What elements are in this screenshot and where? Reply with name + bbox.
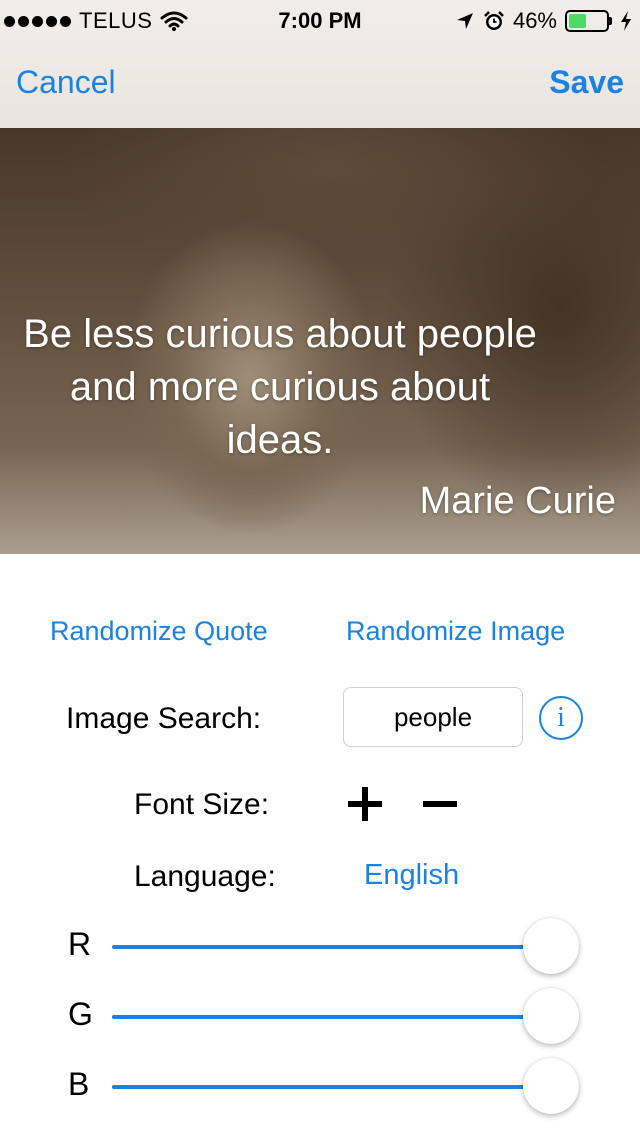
cancel-button[interactable]: Cancel: [16, 64, 116, 101]
image-search-input[interactable]: [343, 687, 523, 747]
slider-blue-label: B: [68, 1066, 90, 1102]
slider-red-thumb[interactable]: [523, 918, 579, 974]
slider-blue: B: [0, 1056, 640, 1116]
slider-red-track[interactable]: [112, 945, 552, 949]
battery-icon: [565, 10, 612, 32]
quote-author: Marie Curie: [419, 480, 616, 522]
save-button[interactable]: Save: [549, 64, 624, 101]
font-increase-button[interactable]: [345, 784, 385, 824]
quote-image: Be less curious about people and more cu…: [0, 128, 640, 554]
battery-body: [565, 10, 609, 32]
navigation-header: TELUS 7:00 PM 46% Cancel Save: [0, 0, 640, 128]
slider-blue-thumb[interactable]: [523, 1058, 579, 1114]
battery-cap: [609, 17, 612, 25]
plus-icon: [348, 787, 382, 821]
status-right: 46%: [455, 8, 632, 34]
location-arrow-icon: [456, 13, 473, 29]
font-decrease-button[interactable]: [420, 784, 460, 824]
battery-fill: [569, 14, 586, 28]
language-label: Language:: [134, 860, 276, 893]
slider-blue-track[interactable]: [112, 1085, 552, 1089]
randomize-quote-button[interactable]: Randomize Quote: [50, 616, 268, 647]
slider-red: R: [0, 916, 640, 976]
slider-green-label: G: [68, 996, 93, 1032]
slider-green: G: [0, 986, 640, 1046]
font-size-label: Font Size:: [134, 788, 270, 821]
language-select-button[interactable]: English: [364, 859, 459, 892]
status-bar: TELUS 7:00 PM 46%: [0, 0, 640, 40]
charging-bolt-icon: [621, 11, 631, 31]
randomize-image-button[interactable]: Randomize Image: [346, 616, 565, 647]
image-search-label: Image Search:: [66, 702, 262, 735]
quote-text: Be less curious about people and more cu…: [23, 312, 537, 462]
slider-green-thumb[interactable]: [523, 988, 579, 1044]
alarm-icon: [484, 11, 504, 30]
slider-green-track[interactable]: [112, 1015, 552, 1019]
info-icon[interactable]: i: [539, 696, 583, 740]
slider-red-label: R: [68, 926, 92, 962]
battery-percent: 46%: [512, 8, 557, 33]
minus-icon: [423, 801, 457, 807]
